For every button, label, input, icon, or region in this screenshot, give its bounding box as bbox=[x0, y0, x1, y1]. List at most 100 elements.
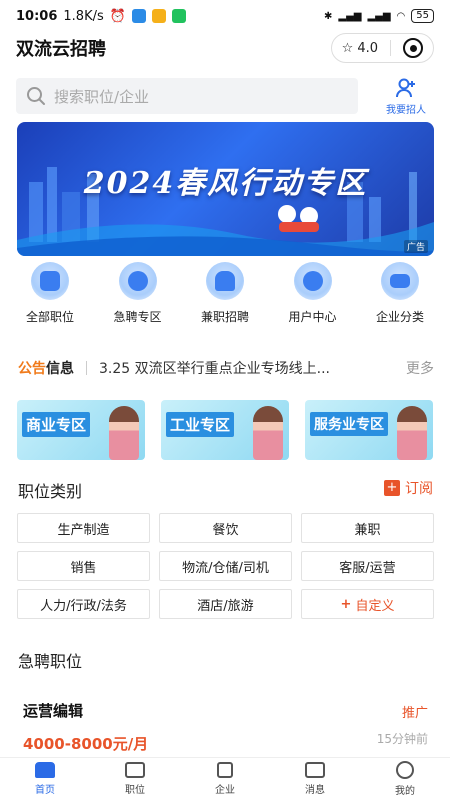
promo-tag: 推广 bbox=[401, 706, 428, 721]
zone-industry[interactable]: 工业专区 bbox=[161, 400, 289, 460]
category-label: 全部职位 bbox=[25, 310, 74, 324]
nav-jobs[interactable]: 职位 bbox=[90, 758, 180, 800]
zone-service[interactable]: 服务业专区 bbox=[305, 400, 433, 460]
urgent-jobs-title: 急聘职位 bbox=[18, 652, 83, 671]
job-title: 运营编辑 bbox=[23, 702, 84, 720]
plus-icon: + bbox=[340, 596, 352, 612]
nav-label: 企业 bbox=[215, 785, 235, 796]
search-placeholder: 搜索职位/企业 bbox=[54, 87, 150, 106]
person-illustration bbox=[253, 406, 283, 460]
notice-label: 信息 bbox=[46, 361, 74, 377]
job-card[interactable]: 运营编辑 推广 4000-8000元/月 15分钟前 bbox=[23, 700, 428, 754]
job-category-chip[interactable]: 餐饮 bbox=[159, 513, 292, 543]
app-header: 双流云招聘 ☆ 4.0 bbox=[0, 32, 450, 64]
bluetooth-icon: ✱ bbox=[323, 10, 333, 22]
category-nav: 全部职位 急聘专区 兼职招聘 用户中心 企业分类 bbox=[10, 262, 440, 326]
clock-icon bbox=[118, 262, 157, 300]
status-bar: 10:06 1.8K/s ⏰ ✱ ▂▄▆ ▂▄▆ ◠ 55 bbox=[0, 0, 450, 32]
job-salary: 4000-8000元/月 bbox=[23, 735, 149, 753]
battery-icon: 55 bbox=[411, 9, 434, 23]
nav-profile[interactable]: 我的 bbox=[360, 758, 450, 800]
category-label: 用户中心 bbox=[288, 310, 337, 324]
alarm-icon: ⏰ bbox=[109, 8, 126, 24]
subscribe-button[interactable]: + 订阅 bbox=[384, 478, 433, 498]
job-category-chip[interactable]: 生产制造 bbox=[17, 513, 150, 543]
nav-home[interactable]: 首页 bbox=[0, 758, 90, 800]
job-category-chip[interactable]: 客服/运营 bbox=[301, 551, 434, 581]
zone-label: 服务业专区 bbox=[310, 412, 388, 436]
nav-messages[interactable]: 消息 bbox=[270, 758, 360, 800]
close-target-icon[interactable] bbox=[403, 38, 423, 58]
bookmark-icon: + bbox=[384, 480, 400, 496]
building-icon bbox=[217, 762, 233, 778]
subscribe-label: 订阅 bbox=[405, 481, 433, 497]
signal-icon: ▂▄▆ bbox=[367, 10, 391, 22]
star-icon: ☆ bbox=[341, 40, 354, 56]
category-all-jobs[interactable]: 全部职位 bbox=[10, 262, 90, 326]
rating-value: 4.0 bbox=[357, 40, 378, 56]
recruit-label: 我要招人 bbox=[386, 104, 426, 116]
nav-companies[interactable]: 企业 bbox=[180, 758, 270, 800]
category-company[interactable]: 企业分类 bbox=[360, 262, 440, 326]
add-user-icon bbox=[396, 78, 415, 97]
briefcase-icon bbox=[125, 762, 145, 778]
search-icon bbox=[27, 87, 45, 105]
home-icon bbox=[35, 762, 55, 778]
bottom-nav: 首页 职位 企业 消息 我的 bbox=[0, 757, 450, 800]
briefcase-icon bbox=[31, 262, 69, 300]
mini-program-capsule: ☆ 4.0 bbox=[330, 33, 434, 63]
app-title: 双流云招聘 bbox=[16, 39, 106, 60]
signal-icon: ▂▄▆ bbox=[338, 10, 362, 22]
app-notification-icon bbox=[151, 9, 166, 23]
custom-category-button[interactable]: + 自定义 bbox=[301, 589, 434, 619]
nav-label: 首页 bbox=[35, 785, 55, 796]
divider bbox=[86, 361, 87, 375]
job-post-time: 15分钟前 bbox=[376, 732, 428, 746]
recruit-button[interactable]: 我要招人 bbox=[376, 77, 436, 116]
message-icon bbox=[305, 762, 325, 778]
category-label: 急聘专区 bbox=[113, 310, 162, 324]
zone-label: 工业专区 bbox=[166, 412, 235, 437]
chart-icon bbox=[381, 262, 419, 300]
notice-bar[interactable]: 公告 信息 3.25 双流区举行重点企业专场线上... 更多 bbox=[18, 356, 434, 380]
ad-badge: 广告 bbox=[403, 240, 428, 253]
search-row: 搜索职位/企业 我要招人 bbox=[16, 76, 436, 116]
person-illustration bbox=[397, 406, 427, 460]
job-category-chip[interactable]: 物流/仓储/司机 bbox=[159, 551, 292, 581]
person-illustration bbox=[109, 406, 139, 460]
category-urgent[interactable]: 急聘专区 bbox=[98, 262, 178, 326]
zone-commerce[interactable]: 商业专区 bbox=[17, 400, 145, 460]
profile-icon bbox=[396, 761, 414, 779]
job-category-chip[interactable]: 酒店/旅游 bbox=[159, 589, 292, 619]
job-category-chip[interactable]: 人力/行政/法务 bbox=[17, 589, 150, 619]
category-label: 企业分类 bbox=[375, 310, 424, 324]
nav-label: 我的 bbox=[395, 786, 415, 797]
job-category-chip[interactable]: 兼职 bbox=[301, 513, 434, 543]
nav-label: 消息 bbox=[305, 785, 325, 796]
wechat-icon bbox=[171, 9, 186, 23]
job-category-grid: 生产制造 餐饮 兼职 销售 物流/仓储/司机 客服/运营 人力/行政/法务 酒店… bbox=[17, 513, 434, 619]
category-label: 兼职招聘 bbox=[200, 310, 249, 324]
category-user-center[interactable]: 用户中心 bbox=[273, 262, 353, 326]
status-time: 10:06 bbox=[16, 8, 58, 24]
notice-text: 3.25 双流区举行重点企业专场线上... bbox=[99, 361, 330, 377]
banner-title: 2024春风行动专区 bbox=[83, 166, 368, 201]
promo-banner[interactable]: 2024春风行动专区 广告 bbox=[17, 122, 434, 256]
status-speed: 1.8K/s bbox=[63, 8, 104, 24]
user-icon bbox=[293, 262, 332, 300]
zone-banners: 商业专区 工业专区 服务业专区 bbox=[17, 400, 433, 460]
wifi-icon: ◠ bbox=[396, 10, 406, 22]
job-category-chip[interactable]: 销售 bbox=[17, 551, 150, 581]
rating-button[interactable]: ☆ 4.0 bbox=[342, 41, 378, 56]
notice-more-link[interactable]: 更多 bbox=[406, 358, 434, 378]
custom-label: 自定义 bbox=[355, 598, 395, 614]
notice-label: 公告 bbox=[18, 361, 46, 377]
app-notification-icon bbox=[131, 9, 146, 23]
search-input[interactable]: 搜索职位/企业 bbox=[16, 78, 358, 114]
nav-label: 职位 bbox=[125, 785, 145, 796]
zone-label: 商业专区 bbox=[22, 412, 91, 437]
category-part-time[interactable]: 兼职招聘 bbox=[185, 262, 265, 326]
job-categories-title: 职位类别 bbox=[18, 482, 83, 501]
lightning-icon bbox=[206, 262, 244, 300]
divider bbox=[390, 40, 391, 56]
